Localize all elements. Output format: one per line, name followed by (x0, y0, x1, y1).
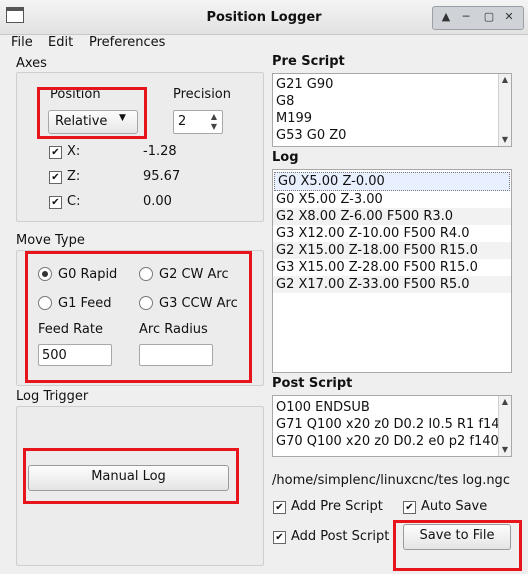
close-icon[interactable]: ✕ (499, 6, 519, 28)
precision-label: Precision (173, 87, 232, 102)
highlight-manual-log (23, 448, 239, 504)
post-script-line: O100 ENDSUB (276, 400, 370, 415)
axis-z-checkbox[interactable]: ✔ (49, 171, 62, 184)
add-post-script-label: Add Post Script (291, 529, 390, 544)
highlight-position (37, 87, 147, 139)
log-row[interactable]: G0 X5.00 Z-0.00 (274, 172, 510, 191)
precision-spinbox[interactable]: 2 ▲ ▼ (173, 110, 223, 134)
log-row[interactable]: G0 X5.00 Z-3.00 (273, 191, 511, 208)
axis-c-value: 0.00 (143, 194, 172, 209)
axes-group-title: Axes (16, 56, 47, 71)
log-row[interactable]: G3 X12.00 Z-10.00 F500 R4.0 (273, 225, 511, 242)
post-script-editor[interactable]: O100 ENDSUB G71 Q100 x20 z0 D0.2 I0.5 R1… (272, 395, 512, 457)
scroll-up-icon[interactable]: ▲ (499, 75, 511, 85)
log-row[interactable]: G2 X17.00 Z-33.00 F500 R5.0 (273, 276, 511, 293)
menu-edit[interactable]: Edit (48, 35, 73, 50)
spin-up-icon[interactable]: ▲ (208, 112, 220, 122)
precision-value: 2 (178, 114, 187, 129)
axis-c-label: C: (67, 194, 81, 209)
auto-save-checkbox[interactable]: ✔ (403, 501, 416, 514)
axis-x-label: X: (67, 144, 81, 159)
auto-save-label: Auto Save (421, 499, 488, 514)
spin-down-icon[interactable]: ▼ (208, 122, 220, 132)
post-script-line: G71 Q100 x20 z0 D0.2 I0.5 R1 f14 (276, 417, 500, 432)
axis-z-label: Z: (67, 169, 81, 184)
log-trigger-group-title: Log Trigger (16, 389, 89, 404)
pre-script-editor[interactable]: G21 G90 G8 M199 G53 G0 Z0 ▲ ▼ (272, 73, 512, 147)
shade-icon[interactable]: ▲ (436, 6, 456, 28)
axis-z-value: 95.67 (143, 169, 181, 184)
pre-script-line: G8 (276, 94, 295, 109)
pre-script-title: Pre Script (272, 54, 345, 69)
pre-script-line: G21 G90 (276, 77, 334, 92)
post-script-title: Post Script (272, 376, 353, 391)
add-pre-script-label: Add Pre Script (291, 499, 383, 514)
menu-preferences[interactable]: Preferences (89, 35, 165, 50)
maximize-icon[interactable]: ▢ (479, 6, 499, 28)
menu-file[interactable]: File (11, 35, 33, 50)
add-post-script-checkbox[interactable]: ✔ (273, 531, 286, 544)
log-row[interactable]: G2 X8.00 Z-6.00 F500 R3.0 (273, 208, 511, 225)
scroll-down-icon[interactable]: ▼ (499, 445, 511, 455)
highlight-save-button (393, 520, 522, 571)
highlight-move-type (25, 251, 252, 383)
axis-c-checkbox[interactable]: ✔ (49, 196, 62, 209)
log-row[interactable]: G3 X15.00 Z-28.00 F500 R15.0 (273, 259, 511, 276)
log-title: Log (272, 150, 299, 165)
pre-script-line: M199 (276, 111, 313, 126)
scroll-down-icon[interactable]: ▼ (499, 135, 511, 145)
log-row[interactable]: G2 X15.00 Z-18.00 F500 R15.0 (273, 242, 511, 259)
pre-script-scrollbar[interactable]: ▲ ▼ (498, 74, 511, 146)
file-path: /home/simplenc/linuxcnc/tes log.ngc (272, 473, 510, 488)
log-list[interactable]: G0 X5.00 Z-0.00 G0 X5.00 Z-3.00 G2 X8.00… (272, 169, 512, 373)
pre-script-line: G53 G0 Z0 (276, 128, 347, 143)
add-pre-script-checkbox[interactable]: ✔ (273, 501, 286, 514)
axis-x-value: -1.28 (143, 144, 177, 159)
post-script-line: G70 Q100 x20 z0 D0.2 e0 p2 f140 (276, 434, 499, 449)
post-script-scrollbar[interactable]: ▲ ▼ (498, 396, 511, 456)
minimize-icon[interactable]: ─ (456, 6, 476, 28)
move-type-group-title: Move Type (16, 233, 85, 248)
axis-x-checkbox[interactable]: ✔ (49, 146, 62, 159)
scroll-up-icon[interactable]: ▲ (499, 397, 511, 407)
